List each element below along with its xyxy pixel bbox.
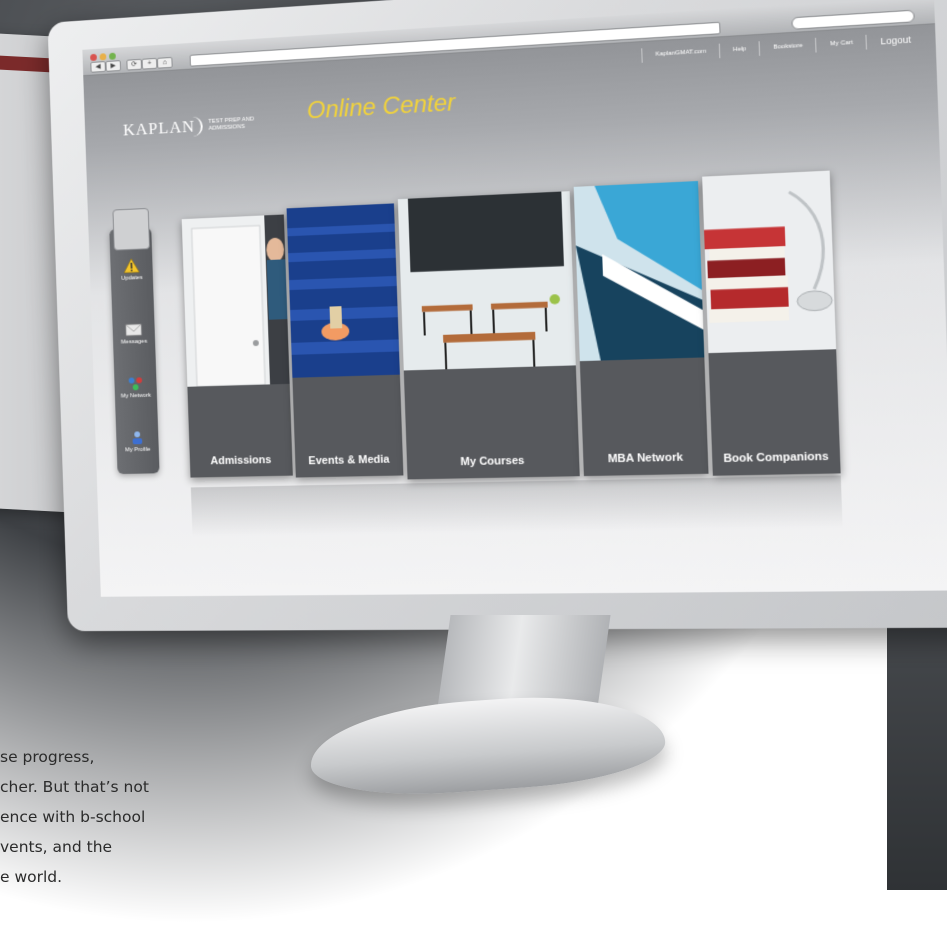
copy-line: e world. [0,862,310,892]
tile-admissions[interactable]: Admissions [182,215,293,478]
book-companions-photo [702,171,836,354]
home-icon[interactable]: ⌂ [157,57,173,69]
envelope-icon [125,321,143,337]
profile-icon [128,429,146,445]
nav-kaplangmat[interactable]: KaplanGMAT.com [641,44,719,63]
tile-book-companions[interactable]: Book Companions [702,171,841,476]
tile-label: MBA Network [583,451,708,466]
minimize-window-icon[interactable] [100,53,107,60]
tile-events-media[interactable]: Events & Media [287,203,404,477]
close-window-icon[interactable] [90,54,97,61]
copy-line: vents, and the [0,832,310,862]
events-media-photo [287,203,400,377]
tile-label: Book Companions [712,450,840,465]
copy-line: se progress, [0,742,310,772]
tile-label: My Courses [407,454,580,470]
logo-tagline: TEST PREP AND ADMISSIONS [208,115,277,133]
nav-my-cart[interactable]: My Cart [815,35,866,53]
avatar[interactable] [112,208,150,251]
network-icon [127,375,145,391]
sidebar-item-label: Messages [121,339,147,346]
copy-line: cher. But that’s not [0,772,310,802]
search-input[interactable] [791,10,915,30]
fade [0,640,900,730]
tile-mba-network[interactable]: MBA Network [574,181,709,476]
tile-label: Events & Media [295,453,403,467]
page-title: Online Center [306,89,455,125]
zoom-window-icon[interactable] [109,53,116,60]
kaplan-logo[interactable]: KAPLAN TEST PREP AND ADMISSIONS [123,112,277,140]
nav-bookstore[interactable]: Bookstore [759,38,816,56]
mba-network-photo [574,181,705,361]
reload-icon[interactable]: ⟳ [126,59,142,71]
back-button[interactable]: ◀ [90,61,106,73]
tiles-reflection [191,475,843,536]
nav-logout[interactable]: Logout [866,31,925,49]
sidebar-item-label: My Profile [125,447,151,453]
sidebar: Updates Messages My Network My Profile [109,227,159,474]
tile-my-courses[interactable]: My Courses [398,191,580,479]
sidebar-item-label: My Network [121,393,151,400]
sidebar-item-my-network[interactable]: My Network [114,375,157,400]
sidebar-item-updates[interactable]: Updates [110,257,153,282]
bookmark-icon[interactable]: + [142,58,158,70]
browser-window: ◀ ▶ ⟳ + ⌂ KaplanGMAT.com Help Bookstore … [82,0,947,597]
admissions-photo [182,215,290,387]
sidebar-item-label: Updates [121,275,143,282]
sidebar-item-messages[interactable]: Messages [112,321,155,346]
nav-help[interactable]: Help [719,41,760,58]
warning-icon [123,257,141,273]
sidebar-item-my-profile[interactable]: My Profile [116,429,159,454]
tile-label: Admissions [190,454,293,468]
logo-wordmark: KAPLAN [123,116,203,140]
copy-line: ence with b-school [0,802,310,832]
forward-button[interactable]: ▶ [105,60,121,72]
monitor: ◀ ▶ ⟳ + ⌂ KaplanGMAT.com Help Bookstore … [48,0,947,631]
body-copy: se progress, cher. But that’s not ence w… [0,742,310,892]
my-courses-photo [398,191,576,370]
